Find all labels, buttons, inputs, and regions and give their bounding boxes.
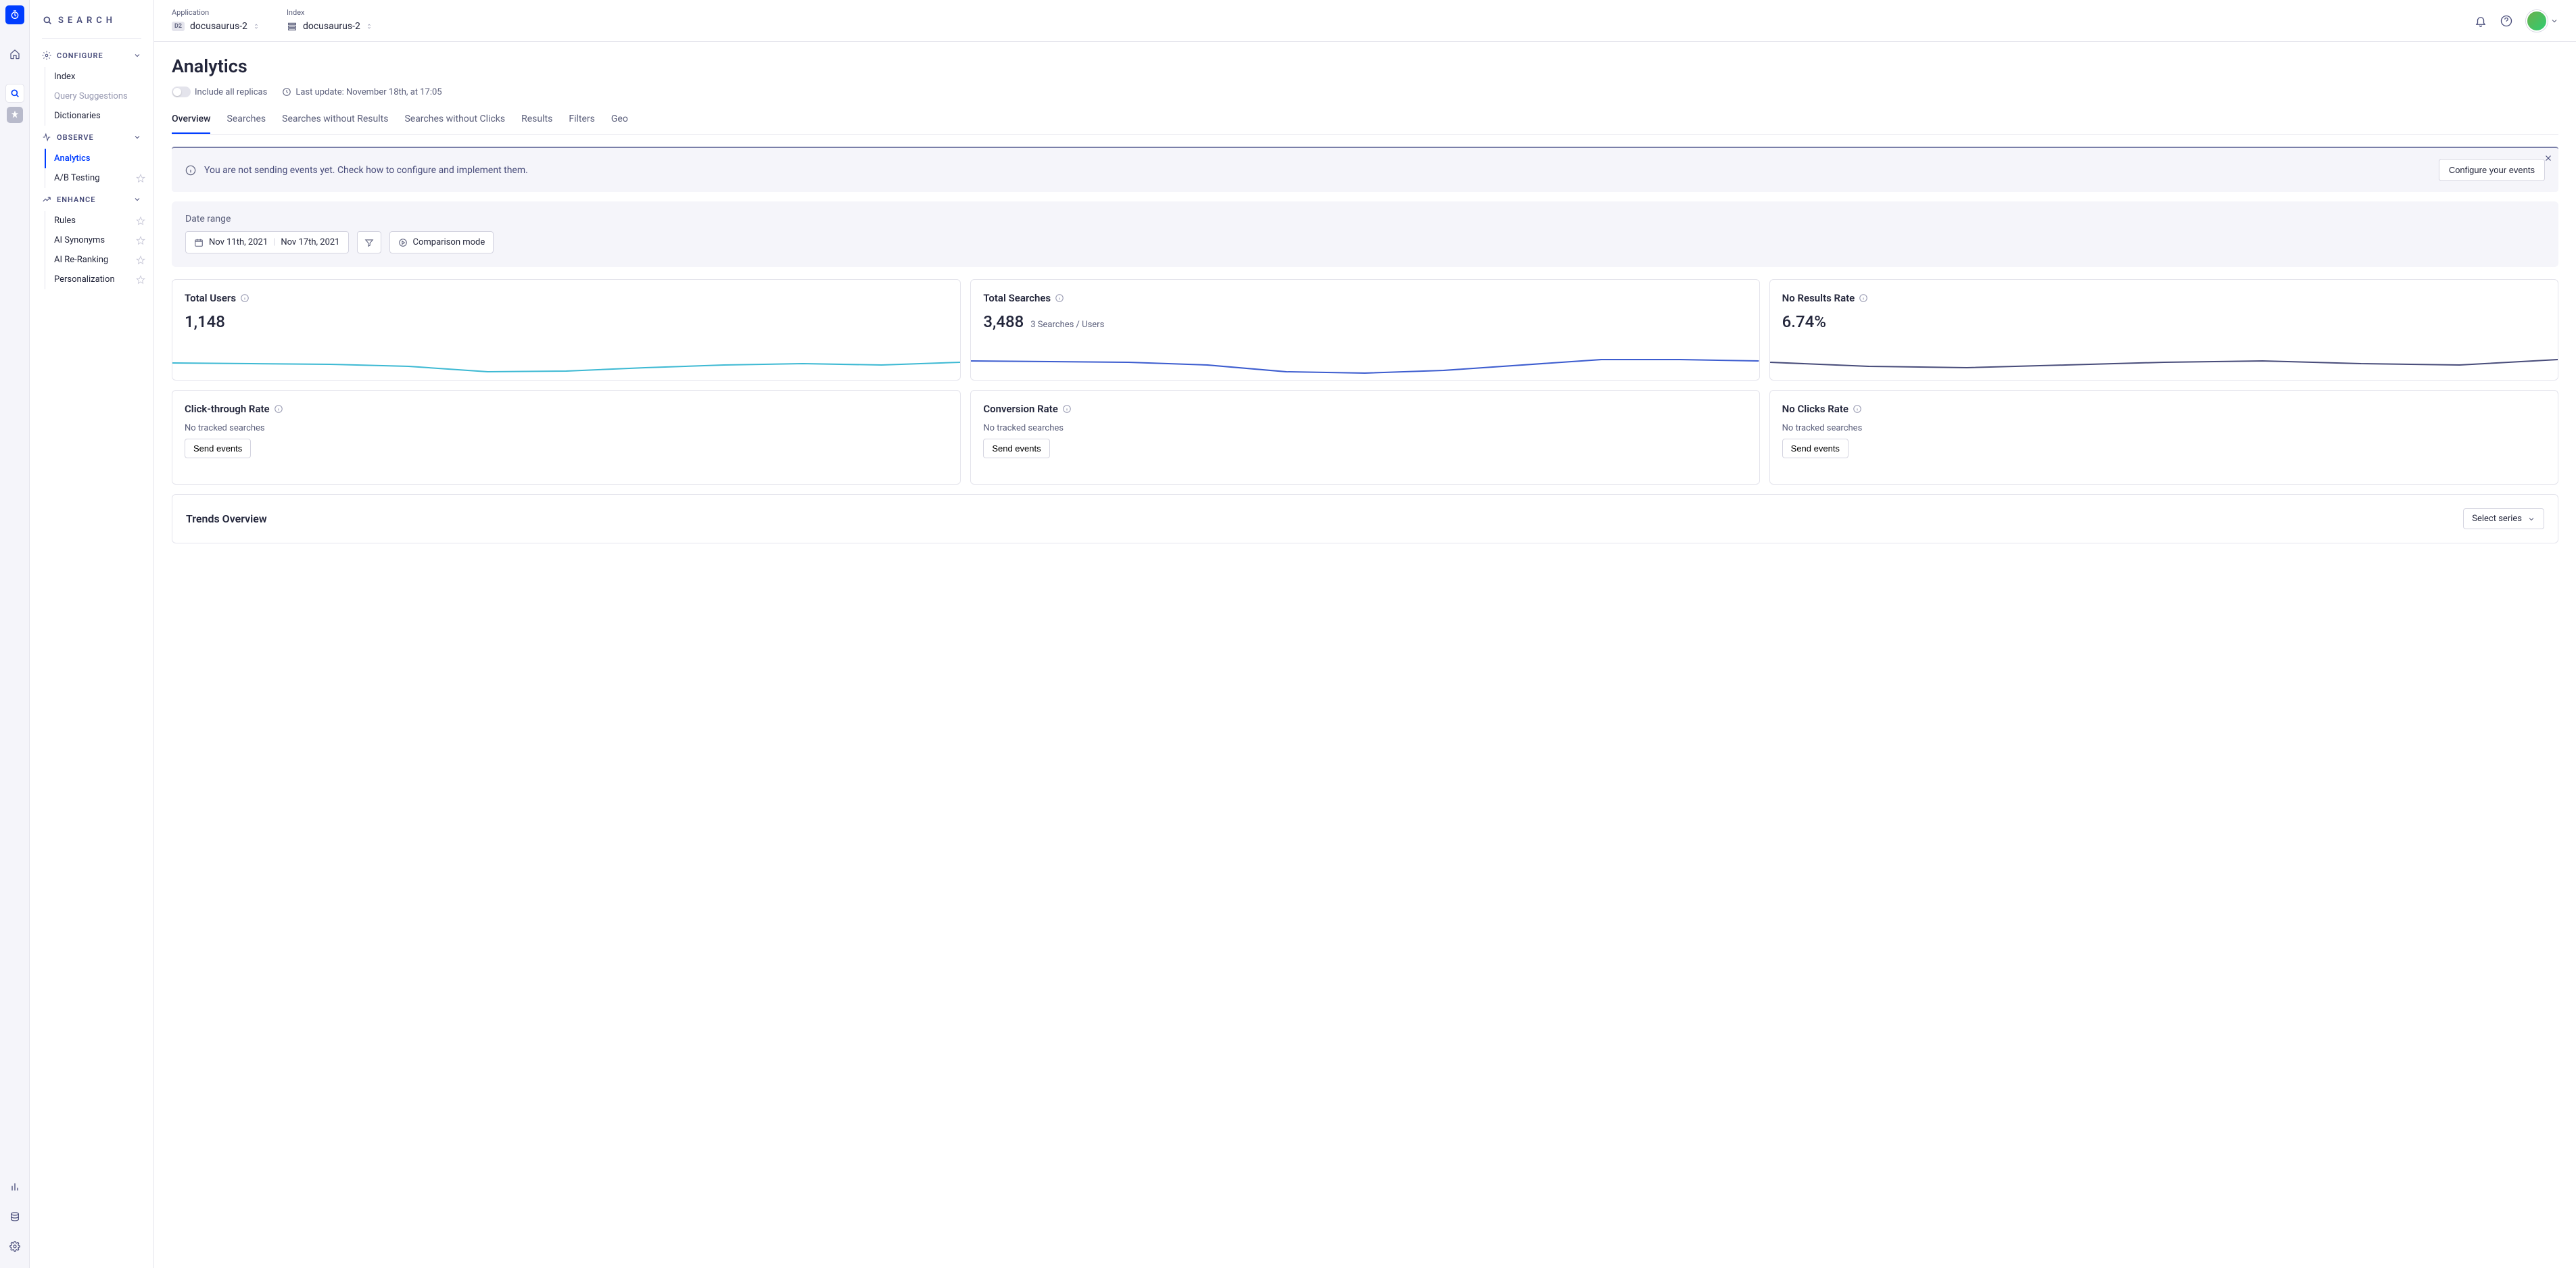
tab-geo[interactable]: Geo bbox=[611, 108, 628, 134]
updown-icon bbox=[253, 23, 260, 30]
avatar bbox=[2526, 10, 2548, 32]
rail-analytics-icon[interactable] bbox=[5, 1177, 24, 1196]
date-range-picker[interactable]: Nov 11th, 2021 | Nov 17th, 2021 bbox=[185, 231, 349, 253]
tab-searches-no-results[interactable]: Searches without Results bbox=[282, 108, 388, 134]
play-circle-icon bbox=[398, 238, 408, 247]
comparison-mode-button[interactable]: Comparison mode bbox=[389, 231, 494, 253]
updown-icon bbox=[366, 23, 373, 30]
sidebar-item-dictionaries[interactable]: Dictionaries bbox=[45, 106, 153, 126]
chevron-down-icon bbox=[133, 51, 141, 59]
page-title: Analytics bbox=[172, 55, 2558, 77]
sidebar-item-index[interactable]: Index bbox=[45, 67, 153, 87]
rail-recommend-icon[interactable] bbox=[7, 107, 23, 123]
card-no-results-rate[interactable]: No Results Rate 6.74% bbox=[1769, 279, 2558, 381]
include-replicas-label: Include all replicas bbox=[195, 87, 267, 97]
calendar-icon bbox=[194, 238, 204, 247]
star-icon[interactable] bbox=[136, 255, 145, 265]
app-chip: D2 bbox=[172, 22, 185, 31]
sidebar-brand: SEARCH bbox=[30, 11, 153, 38]
card-total-users[interactable]: Total Users 1,148 bbox=[172, 279, 961, 381]
brand-text: SEARCH bbox=[58, 16, 116, 26]
icon-rail bbox=[0, 0, 30, 1268]
sidebar-item-ai-synonyms[interactable]: AI Synonyms bbox=[45, 230, 153, 250]
card-no-clicks[interactable]: No Clicks Rate No tracked searches Send … bbox=[1769, 390, 2558, 485]
trends-title: Trends Overview bbox=[186, 512, 267, 525]
configure-events-button[interactable]: Configure your events bbox=[2439, 159, 2545, 181]
sidebar-item-rules[interactable]: Rules bbox=[45, 211, 153, 230]
card-total-searches[interactable]: Total Searches 3,4883 Searches / Users bbox=[970, 279, 1759, 381]
last-update: Last update: November 18th, at 17:05 bbox=[295, 87, 442, 97]
star-icon[interactable] bbox=[136, 216, 145, 226]
section-configure[interactable]: CONFIGURE bbox=[30, 44, 153, 67]
date-range-panel: Date range Nov 11th, 2021 | Nov 17th, 20… bbox=[172, 201, 2558, 267]
clock-icon bbox=[282, 87, 291, 97]
tabs: Overview Searches Searches without Resul… bbox=[172, 108, 2558, 135]
sidebar-item-ai-reranking[interactable]: AI Re-Ranking bbox=[45, 250, 153, 270]
user-menu[interactable] bbox=[2526, 10, 2558, 32]
select-series-dropdown[interactable]: Select series bbox=[2463, 508, 2544, 529]
chevron-down-icon bbox=[2550, 17, 2558, 25]
info-icon[interactable] bbox=[1859, 293, 1868, 303]
tab-searches[interactable]: Searches bbox=[226, 108, 266, 134]
filter-icon bbox=[364, 238, 374, 247]
sidebar: SEARCH CONFIGURE Index Query Suggestions… bbox=[30, 0, 154, 1268]
send-events-button[interactable]: Send events bbox=[185, 439, 251, 458]
close-icon[interactable] bbox=[2544, 153, 2553, 163]
rail-settings-icon[interactable] bbox=[5, 1237, 24, 1256]
tab-overview[interactable]: Overview bbox=[172, 108, 210, 134]
card-conversion[interactable]: Conversion Rate No tracked searches Send… bbox=[970, 390, 1759, 485]
send-events-button[interactable]: Send events bbox=[983, 439, 1049, 458]
info-icon[interactable] bbox=[240, 293, 249, 303]
send-events-button[interactable]: Send events bbox=[1782, 439, 1848, 458]
sidebar-item-ab-testing[interactable]: A/B Testing bbox=[45, 168, 153, 188]
trends-overview-panel: Trends Overview Select series bbox=[172, 494, 2558, 543]
sparkline-no-results bbox=[1770, 353, 2558, 380]
search-icon bbox=[42, 15, 53, 26]
card-ctr[interactable]: Click-through Rate No tracked searches S… bbox=[172, 390, 961, 485]
filter-button[interactable] bbox=[357, 231, 381, 253]
info-icon[interactable] bbox=[1853, 404, 1862, 414]
tab-searches-no-clicks[interactable]: Searches without Clicks bbox=[404, 108, 505, 134]
rail-database-icon[interactable] bbox=[5, 1207, 24, 1226]
trending-up-icon bbox=[42, 195, 51, 204]
include-replicas-toggle[interactable] bbox=[172, 87, 191, 97]
section-enhance[interactable]: ENHANCE bbox=[30, 188, 153, 211]
bell-icon[interactable] bbox=[2475, 15, 2487, 27]
index-label: Index bbox=[287, 8, 373, 17]
chevron-down-icon bbox=[133, 133, 141, 141]
tab-filters[interactable]: Filters bbox=[569, 108, 595, 134]
sidebar-item-analytics[interactable]: Analytics bbox=[45, 149, 153, 168]
tab-results[interactable]: Results bbox=[521, 108, 552, 134]
info-icon[interactable] bbox=[1055, 293, 1064, 303]
banner-text: You are not sending events yet. Check ho… bbox=[204, 165, 528, 176]
index-selector[interactable]: docusaurus-2 bbox=[287, 21, 373, 32]
list-icon bbox=[287, 21, 297, 32]
rail-home-icon[interactable] bbox=[5, 45, 24, 64]
top-bar: Application D2 docusaurus-2 Index docusa… bbox=[154, 0, 2576, 42]
sidebar-item-personalization[interactable]: Personalization bbox=[45, 270, 153, 289]
star-icon[interactable] bbox=[136, 236, 145, 245]
info-icon[interactable] bbox=[274, 404, 283, 414]
info-icon bbox=[185, 165, 196, 176]
chevron-down-icon bbox=[2527, 515, 2535, 523]
rail-logo-icon[interactable] bbox=[5, 5, 24, 24]
section-observe[interactable]: OBSERVE bbox=[30, 126, 153, 149]
events-banner: You are not sending events yet. Check ho… bbox=[172, 147, 2558, 192]
star-icon[interactable] bbox=[136, 275, 145, 285]
info-icon[interactable] bbox=[1062, 404, 1072, 414]
rail-search-product-icon[interactable] bbox=[5, 84, 24, 103]
sparkline-searches bbox=[971, 353, 1759, 380]
help-icon[interactable] bbox=[2500, 15, 2512, 27]
application-label: Application bbox=[172, 8, 260, 17]
sidebar-item-query-suggestions[interactable]: Query Suggestions bbox=[45, 87, 153, 106]
pulse-icon bbox=[42, 132, 51, 142]
chevron-down-icon bbox=[133, 195, 141, 203]
application-selector[interactable]: D2 docusaurus-2 bbox=[172, 21, 260, 32]
sparkline-users bbox=[172, 353, 960, 380]
star-icon[interactable] bbox=[136, 174, 145, 183]
gear-icon bbox=[42, 51, 51, 60]
date-range-label: Date range bbox=[185, 214, 2545, 224]
